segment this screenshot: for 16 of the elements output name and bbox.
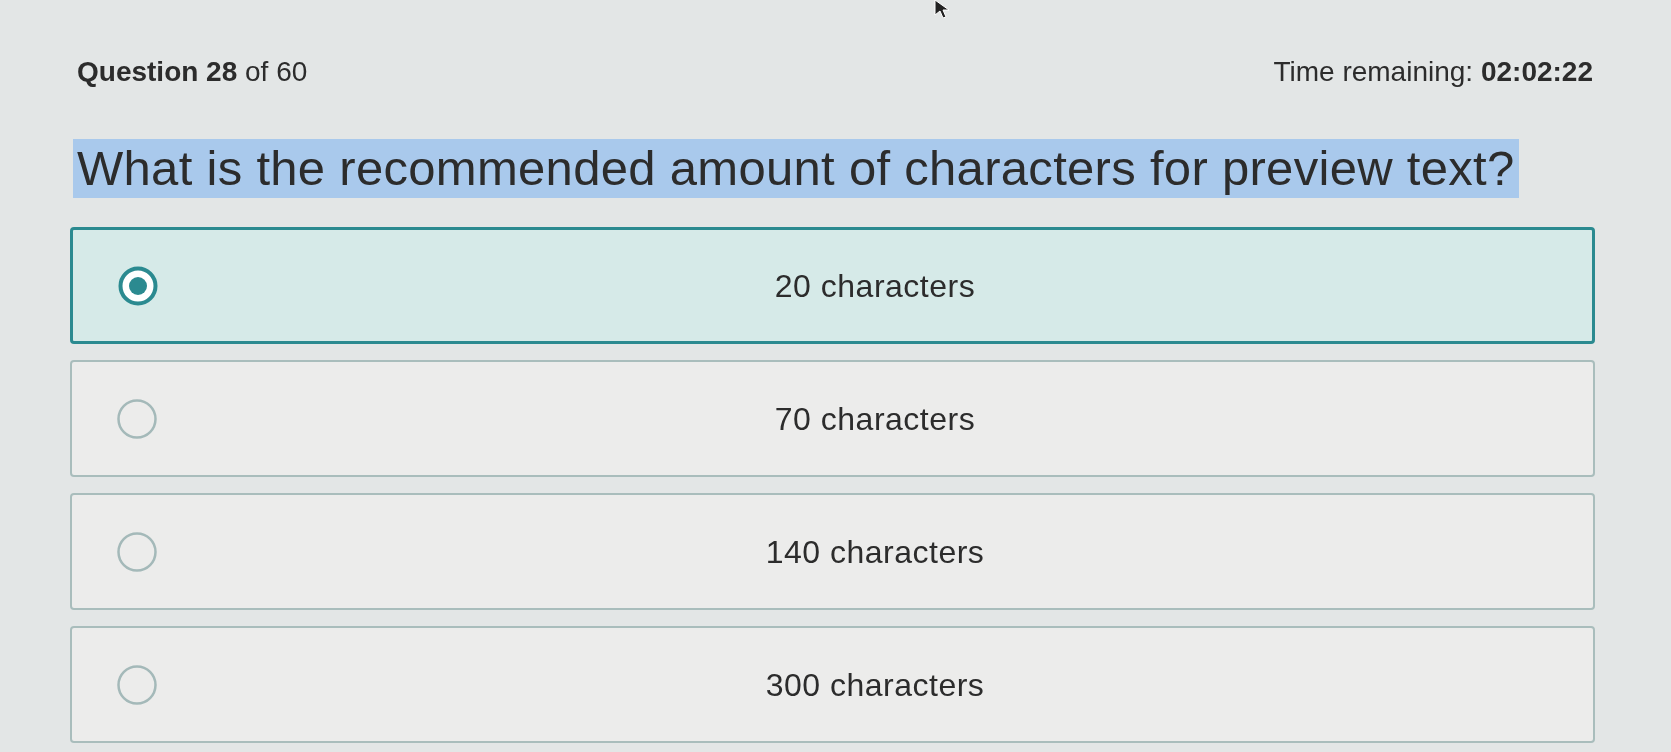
answer-option[interactable]: 140 characters [70,493,1595,610]
question-number-text: Question 28 of 60 [77,55,308,89]
option-label: 140 characters [765,532,985,571]
answer-option[interactable]: 70 characters [70,360,1595,477]
mouse-cursor-icon [934,0,950,18]
radio-selected-icon[interactable] [118,265,158,306]
option-label: 300 characters [765,665,985,704]
question-text: What is the recommended amount of characters for preview text? [73,139,1519,198]
radio-icon[interactable] [117,531,157,572]
answer-option[interactable]: 300 characters [70,626,1595,743]
time-remaining: Time remaining: 02:02:22 [1273,55,1593,89]
option-label: 20 characters [774,266,976,305]
answer-option[interactable]: 20 characters [70,227,1595,344]
radio-icon[interactable] [117,664,157,705]
option-label: 70 characters [774,399,976,438]
radio-icon[interactable] [117,398,157,439]
